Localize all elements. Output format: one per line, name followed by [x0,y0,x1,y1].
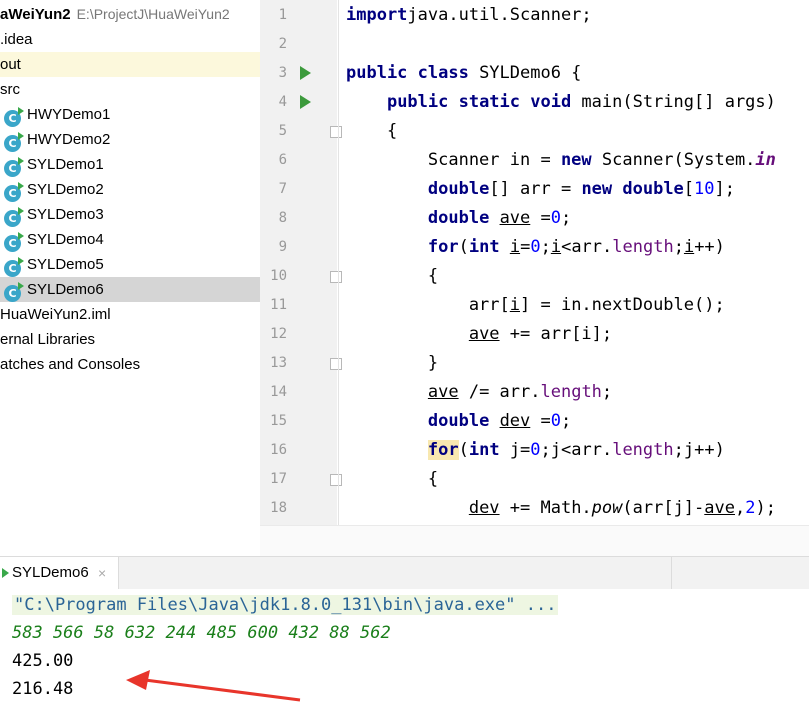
arrow-shaft [144,678,301,702]
red-arrow-annotation [126,670,301,702]
